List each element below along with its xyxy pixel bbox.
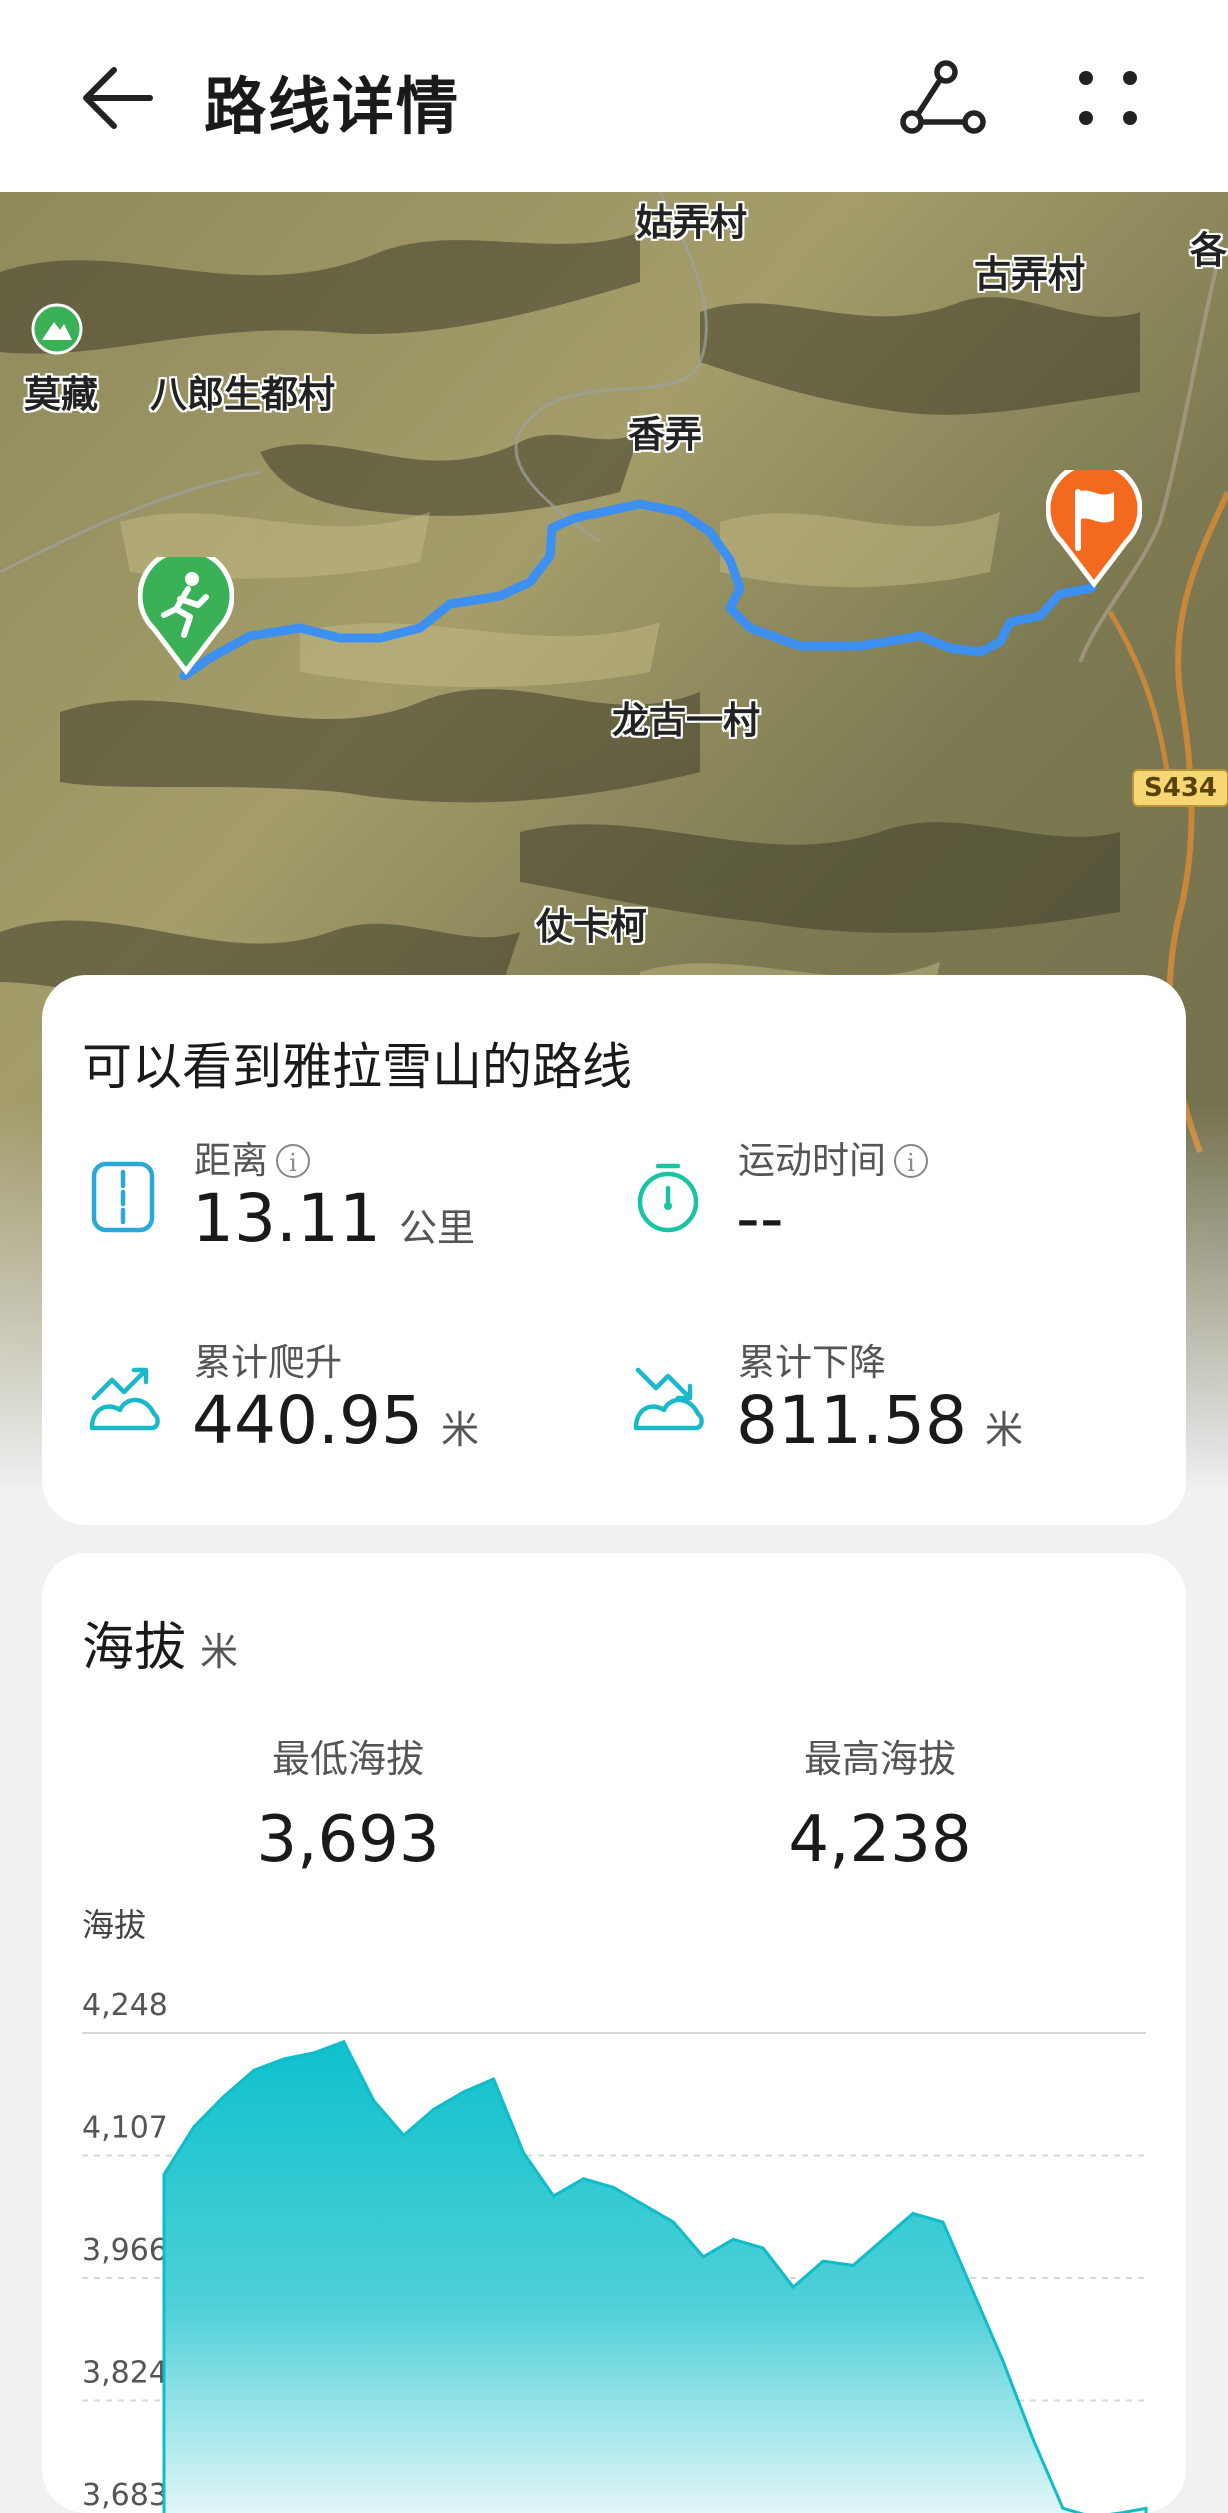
- min-altitude: 最低海拔 3,693: [148, 1728, 548, 1877]
- distance-label: 距离: [194, 1139, 268, 1182]
- mountain-poi-icon[interactable]: [30, 302, 84, 356]
- top-app-bar: 路线详情: [0, 0, 1228, 192]
- max-altitude-label: 最高海拔: [803, 1737, 956, 1781]
- stopwatch-icon: [637, 1163, 699, 1233]
- page-title: 路线详情: [204, 70, 461, 143]
- ascent-label: 累计爬升: [194, 1341, 342, 1384]
- ascent-stat: 累计爬升 440.95 米: [86, 1332, 586, 1462]
- distance-stat: 距离 i 13.11 公里: [86, 1130, 586, 1260]
- altitude-title: 海拔: [82, 1618, 187, 1678]
- descent-label: 累计下降: [738, 1341, 886, 1384]
- ascent-value: 440.95: [192, 1382, 423, 1459]
- map-label-village: 八郎生都村: [150, 373, 335, 416]
- altitude-unit: 米: [200, 1630, 239, 1674]
- duration-stat: 运动时间 i --: [630, 1130, 1150, 1260]
- descent-unit: 米: [984, 1408, 1023, 1452]
- map-label-village: 香弄: [628, 413, 702, 456]
- info-icon[interactable]: i: [894, 1144, 928, 1178]
- map-label-village: 龙古一村: [612, 699, 760, 742]
- map-label-village: 姑弄村: [636, 201, 747, 244]
- more-dots-icon[interactable]: [1068, 62, 1148, 142]
- descent-value: 811.58: [736, 1382, 967, 1459]
- duration-value: --: [736, 1180, 784, 1257]
- road-badge: S434: [1132, 769, 1228, 807]
- running-person-icon[interactable]: [138, 557, 234, 675]
- y-tick-label: 4,107: [82, 2111, 168, 2146]
- map-label-poi: 莫藏: [24, 373, 98, 416]
- distance-unit: 公里: [398, 1206, 475, 1250]
- altitude-chart[interactable]: 4,248 4,107 3,966 3,824 3,683: [42, 1933, 1186, 2513]
- min-altitude-label: 最低海拔: [271, 1737, 424, 1781]
- descent-icon: [633, 1367, 704, 1431]
- max-altitude-value: 4,238: [788, 1803, 972, 1877]
- route-share-icon[interactable]: [898, 60, 988, 140]
- y-tick-label: 3,824: [82, 2356, 168, 2391]
- finish-flag-icon[interactable]: [1046, 470, 1142, 588]
- route-summary-card: 可以看到雅拉雪山的路线 距离 i 13.11 公里 运动时间 i -- 累计爬升 44…: [42, 975, 1186, 1525]
- arrow-left-icon[interactable]: [78, 58, 158, 138]
- altitude-card: 海拔米 最低海拔 3,693 最高海拔 4,238 海拔 4,248 4,107 3…: [42, 1553, 1186, 2513]
- y-tick-label: 3,683: [82, 2478, 168, 2513]
- distance-icon: [91, 1161, 155, 1233]
- y-tick-label: 4,248: [82, 1988, 168, 2023]
- route-name: 可以看到雅拉雪山的路线: [82, 1038, 632, 1096]
- duration-label: 运动时间: [738, 1139, 886, 1182]
- ascent-unit: 米: [440, 1408, 479, 1452]
- ascent-icon: [89, 1367, 160, 1431]
- max-altitude: 最高海拔 4,238: [680, 1728, 1080, 1877]
- y-tick-label: 3,966: [82, 2233, 168, 2268]
- map-label-village: 古弄村: [974, 253, 1085, 296]
- descent-stat: 累计下降 811.58 米: [630, 1332, 1150, 1462]
- map-label-village: 仗卡柯: [536, 905, 647, 948]
- map-label-village: 各: [1190, 229, 1227, 272]
- info-icon[interactable]: i: [276, 1144, 310, 1178]
- distance-value: 13.11: [192, 1180, 381, 1257]
- min-altitude-value: 3,693: [256, 1803, 440, 1877]
